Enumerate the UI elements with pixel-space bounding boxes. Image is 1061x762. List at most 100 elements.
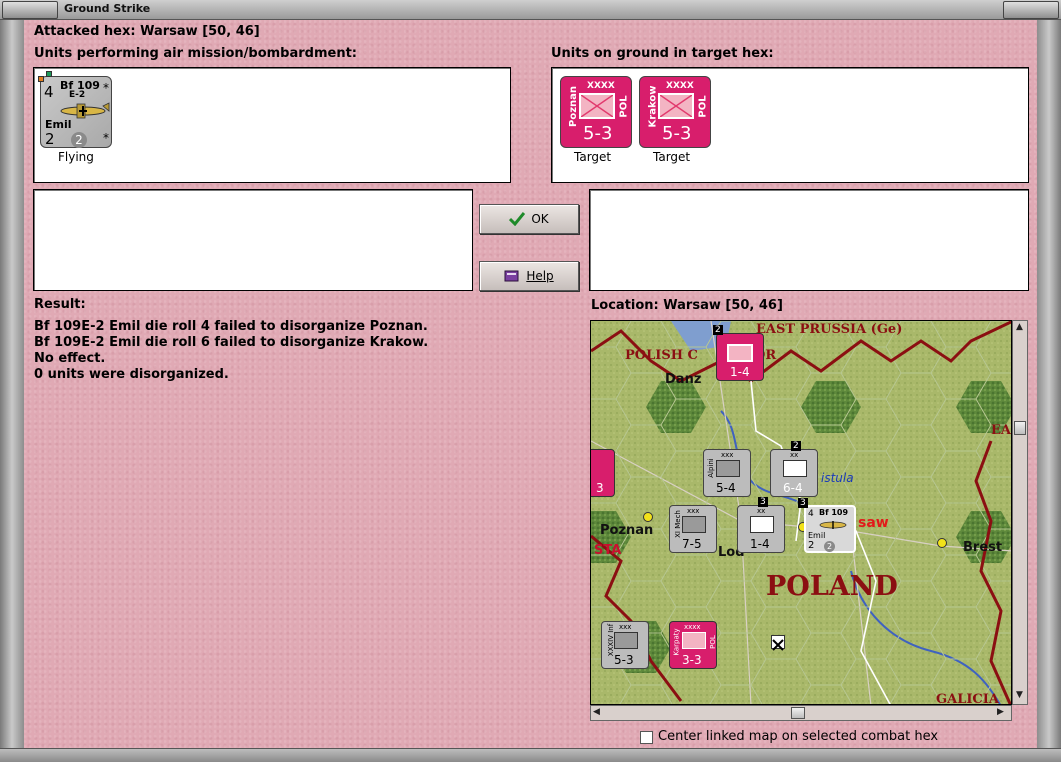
left-border	[0, 20, 24, 762]
map-label-brest: Brest	[963, 540, 1003, 555]
unit-value: 5-3	[662, 123, 692, 144]
unit-nation: POL	[618, 95, 630, 118]
ground-unit-status: Target	[653, 150, 691, 164]
counter-size: xx	[790, 451, 799, 459]
ok-button[interactable]: OK	[479, 204, 579, 234]
map-horizontal-scrollbar[interactable]: ◀ ▶	[590, 705, 1012, 721]
map-counter-german[interactable]: 2 xx 6-4	[770, 441, 818, 497]
air-bottom-left: 2	[808, 540, 815, 551]
stack-count: 2	[791, 441, 801, 451]
counter-size: xxxx	[684, 623, 701, 631]
air-unit-status: Flying	[58, 150, 94, 164]
map-label-warsaw: saw	[858, 515, 889, 531]
plane-icon	[819, 521, 847, 529]
status-bar	[0, 748, 1061, 762]
counter-value: 3	[596, 481, 604, 495]
infantry-symbol-icon	[750, 516, 774, 533]
air-units-label: Units performing air mission/bombardment…	[34, 46, 358, 61]
infantry-symbol-icon	[658, 93, 694, 119]
air-unit-name: Bf 109	[819, 508, 849, 517]
vertical-scroll-thumb[interactable]	[1014, 421, 1026, 435]
attacker-info-panel	[33, 189, 473, 291]
status-marker-orange	[38, 76, 44, 82]
counter-nation: POL	[708, 635, 717, 649]
window-menu-button[interactable]	[2, 1, 58, 19]
ground-units-label: Units on ground in target hex:	[551, 46, 774, 61]
map-counter-polish[interactable]: xxxx Karpaty POL 3-3	[669, 621, 717, 669]
ok-button-label: OK	[531, 212, 549, 226]
air-star-bottom: *	[103, 131, 109, 145]
map-counter-german[interactable]: xxx XI Mech 7-5	[669, 505, 717, 553]
unit-name: Krakow	[647, 85, 659, 128]
help-button-label: Help	[526, 269, 554, 283]
map-label-east-prussia: EAST PRUSSIA (Ge)	[756, 322, 903, 337]
checkmark-icon	[509, 212, 526, 226]
map-label-poland: POLAND	[766, 571, 898, 602]
map-label-poznan: Poznan	[600, 523, 654, 538]
map-counter-polish-edge[interactable]: 3	[591, 449, 615, 497]
map-air-counter[interactable]: 3 4 Bf 109 Emil 2 2	[798, 498, 856, 553]
horizontal-scroll-thumb[interactable]	[791, 707, 805, 719]
unit-value: 5-3	[583, 123, 613, 144]
scroll-down-arrow-icon[interactable]: ▼	[1016, 690, 1023, 700]
air-bottom-left: 2	[45, 130, 55, 148]
air-unit-nickname: Emil	[808, 531, 826, 540]
fortification-marker-icon	[771, 635, 785, 651]
air-strength: 4	[808, 509, 814, 519]
map-label-sta: STA	[594, 543, 622, 558]
map-label-polish-corridor: POLISH C	[625, 348, 698, 363]
ground-unit-poznan[interactable]: XXXX Poznan POL 5-3	[560, 76, 632, 148]
help-book-icon	[504, 270, 519, 282]
counter-value: 7-5	[682, 537, 702, 551]
stack-count: 3	[758, 497, 768, 507]
infantry-symbol-icon	[614, 632, 638, 649]
air-star-top: *	[103, 81, 109, 95]
counter-value: 3-3	[682, 653, 702, 667]
stack-count: 2	[713, 325, 723, 335]
center-map-checkbox[interactable]	[640, 731, 653, 744]
result-line: Bf 109E-2 Emil die roll 4 failed to diso…	[34, 319, 428, 334]
counter-size: xxx	[619, 623, 632, 631]
counter-value: 1-4	[730, 365, 750, 379]
counter-value: 6-4	[783, 481, 803, 495]
location-map[interactable]: EAST PRUSSIA (Ge) POLISH C OR Danz istul…	[590, 320, 1012, 705]
counter-value: 1-4	[750, 537, 770, 551]
ground-units-panel: XXXX Poznan POL 5-3 Target XXXX Krakow P…	[551, 67, 1029, 183]
right-border	[1037, 20, 1061, 762]
counter-side-label: Alpini	[706, 458, 715, 478]
ground-unit-status: Target	[574, 150, 612, 164]
result-line: No effect.	[34, 351, 106, 366]
map-counter-german[interactable]: xxx Alpini 5-4	[703, 449, 751, 497]
unit-size: XXXX	[666, 81, 694, 91]
center-map-checkbox-label: Center linked map on selected combat hex	[658, 729, 939, 744]
infantry-symbol-icon	[682, 632, 706, 649]
window-title: Ground Strike	[64, 2, 151, 15]
title-bar[interactable]: Ground Strike	[0, 0, 1061, 20]
map-counter-polish[interactable]: 2 1-4	[713, 325, 764, 381]
map-label-vistula: istula	[821, 471, 854, 485]
stack-count: 3	[798, 498, 808, 508]
map-counter-german[interactable]: xxx XXXIV Inf 5-3	[601, 621, 649, 669]
infantry-symbol-icon	[727, 344, 753, 362]
scroll-right-arrow-icon[interactable]: ▶	[997, 707, 1004, 717]
defender-info-panel	[589, 189, 1029, 291]
map-vertical-scrollbar[interactable]: ▲ ▼	[1012, 320, 1028, 705]
ground-unit-krakow[interactable]: XXXX Krakow POL 5-3	[639, 76, 711, 148]
air-bottom-mid: 2	[71, 132, 87, 148]
scroll-up-arrow-icon[interactable]: ▲	[1016, 322, 1023, 332]
counter-value: 5-4	[716, 481, 736, 495]
help-button[interactable]: Help	[479, 261, 579, 291]
counter-size: xxx	[721, 451, 734, 459]
scroll-left-arrow-icon[interactable]: ◀	[593, 707, 600, 717]
air-bottom-mid: 2	[824, 541, 835, 552]
status-marker-green	[46, 71, 52, 77]
counter-value: 5-3	[614, 653, 634, 667]
unit-name: Poznan	[568, 85, 580, 128]
map-counter-german[interactable]: 3 xx 1-4	[737, 497, 785, 553]
close-button[interactable]	[1003, 1, 1059, 19]
air-unit-counter[interactable]: 4 Bf 109 E-2 * Emil 2 2 *	[38, 71, 112, 148]
location-label: Location: Warsaw [50, 46]	[591, 298, 783, 313]
counter-size: xx	[757, 507, 766, 515]
counter-size: xxx	[687, 507, 700, 515]
hex-grid	[591, 321, 1011, 704]
